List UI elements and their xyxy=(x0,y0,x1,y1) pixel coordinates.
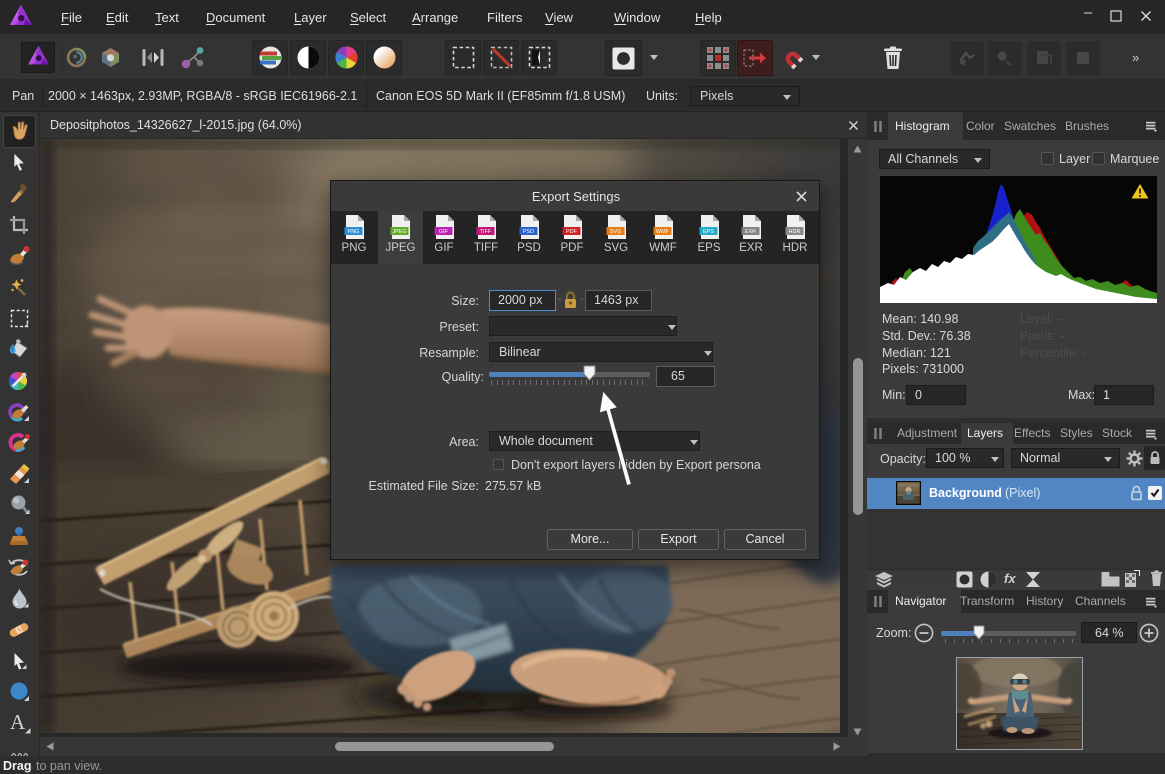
svg-text:JPEG: JPEG xyxy=(392,229,406,235)
svg-text:PSD: PSD xyxy=(522,229,533,235)
svg-text:EXR: EXR xyxy=(744,229,755,235)
svg-text:PDF: PDF xyxy=(566,229,578,235)
svg-text:HDR: HDR xyxy=(788,229,800,235)
svg-text:EPS: EPS xyxy=(702,229,713,235)
svg-text:SVG: SVG xyxy=(609,229,621,235)
svg-text:GIF: GIF xyxy=(438,229,448,235)
svg-text:TIFF: TIFF xyxy=(479,229,491,235)
svg-text:PNG: PNG xyxy=(347,229,359,235)
svg-text:WMF: WMF xyxy=(655,229,669,235)
